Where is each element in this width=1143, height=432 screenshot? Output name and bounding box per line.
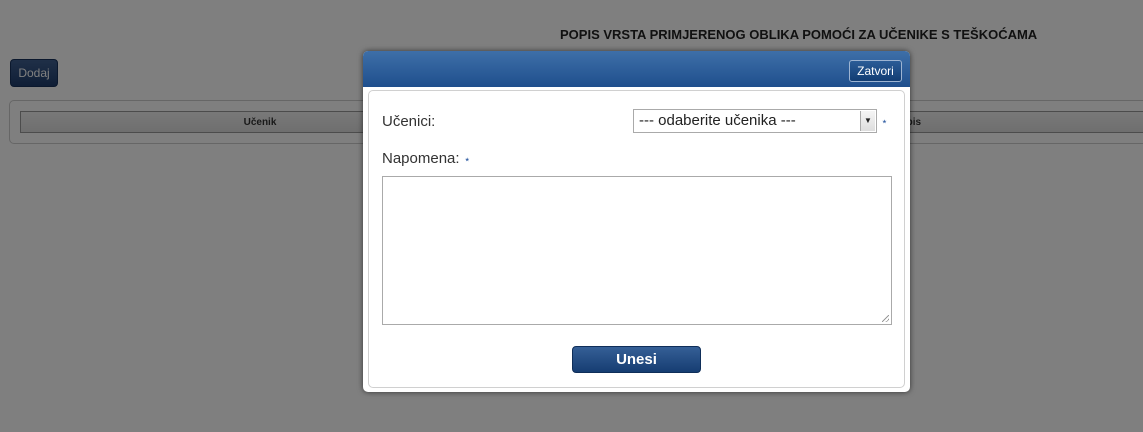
add-dialog: Zatvori Učenici: --- odaberite učenika -…: [363, 51, 910, 392]
required-star-icon: ⋆: [881, 116, 888, 128]
note-textarea[interactable]: [382, 176, 892, 325]
submit-button[interactable]: Unesi: [572, 346, 701, 373]
students-select-value: --- odaberite učenika ---: [639, 112, 796, 129]
students-select[interactable]: --- odaberite učenika --- ▼: [633, 109, 877, 133]
required-star-icon: ⋆: [463, 154, 471, 166]
dialog-titlebar: Zatvori: [363, 51, 910, 87]
note-label-text: Napomena:: [382, 150, 460, 167]
close-button[interactable]: Zatvori: [849, 60, 902, 82]
students-label: Učenici:: [382, 113, 436, 130]
note-label: Napomena: ⋆: [382, 150, 471, 167]
resize-handle-icon[interactable]: [882, 315, 889, 322]
dialog-body: Učenici: --- odaberite učenika --- ▼ ⋆ N…: [368, 90, 905, 388]
chevron-down-icon[interactable]: ▼: [860, 111, 875, 131]
